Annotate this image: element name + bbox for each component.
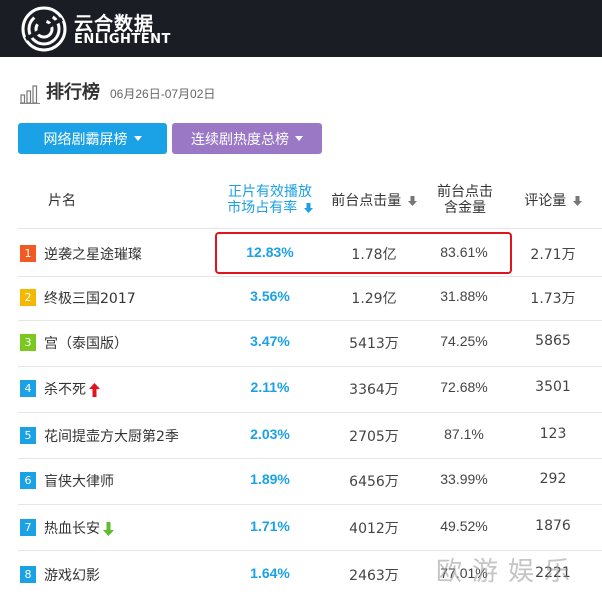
reviews-value: 123 (539, 426, 567, 442)
drama-title-text: 花间提壶方大厨第2季 (44, 429, 179, 445)
column-header-clicks[interactable]: 前台点击量 (329, 193, 419, 209)
web-drama-dominance-label: 网络剧霸屏榜 (43, 131, 128, 148)
clicks-value: 4012万 (349, 521, 399, 537)
rank-badge: 8 (20, 566, 36, 583)
arrow-up-icon (89, 383, 100, 397)
top-header: 云合数据 ENLIGHTENT (0, 0, 602, 57)
chevron-down-icon (133, 136, 142, 141)
market-share-header-line2: 市场占有率 (227, 200, 298, 216)
market-share-value: 3.47% (250, 333, 290, 349)
reviews-value: 1876 (535, 518, 571, 534)
click-value-value: 72.68% (440, 379, 488, 395)
market-share-value: 2.03% (250, 426, 290, 442)
drama-title-text: 盲侠大律师 (44, 474, 114, 490)
click-value-header-line1: 前台点击 (437, 184, 493, 200)
click-value-header-line2: 含金量 (444, 200, 486, 216)
tv-series-heat-dropdown[interactable]: 连续剧热度总榜 (172, 123, 322, 154)
rank-badge: 1 (20, 245, 36, 262)
reviews-value: 1.73万 (530, 291, 576, 307)
click-value-value: 87.1% (444, 426, 484, 442)
rank-badge: 4 (20, 380, 36, 397)
table-row[interactable]: 3 宫（泰国版） 3.47% 5413万 74.25% 5865 (0, 320, 602, 366)
drama-title[interactable]: 游戏幻影 (44, 565, 100, 585)
brand-name-en[interactable]: ENLIGHTENT (74, 32, 171, 47)
table-row[interactable]: 6 盲侠大律师 1.89% 6456万 33.99% 292 (0, 458, 602, 504)
highlight-box (215, 232, 512, 274)
chevron-down-icon (295, 136, 303, 141)
drama-title[interactable]: 热血长安 (44, 518, 114, 538)
page-title: 排行榜 (46, 82, 100, 103)
reviews-value: 2.71万 (530, 247, 576, 263)
reviews-value: 3501 (535, 379, 571, 395)
reviews-header-label: 评论量 (524, 193, 567, 209)
page-title-row: 排行榜 06月26日-07月02日 (20, 80, 215, 104)
clicks-value: 2463万 (349, 568, 399, 584)
table-row[interactable]: 4 杀不死 2.11% 3364万 72.68% 3501 (0, 366, 602, 412)
clicks-value: 2705万 (349, 429, 399, 445)
rank-badge: 3 (20, 334, 36, 351)
watermark: 欧游娱乐 (436, 557, 581, 587)
column-header-reviews[interactable]: 评论量 (523, 193, 583, 209)
drama-title-text: 逆袭之星途璀璨 (44, 247, 142, 263)
sort-desc-icon[interactable] (303, 203, 313, 213)
reviews-value: 292 (539, 471, 567, 487)
tv-series-heat-label: 连续剧热度总榜 (191, 131, 289, 148)
clicks-value: 5413万 (349, 336, 399, 352)
market-share-header-line1: 正片有效播放 (228, 184, 312, 200)
click-value-value: 49.52% (440, 518, 488, 534)
rank-badge: 2 (20, 289, 36, 306)
click-value-value: 33.99% (440, 471, 488, 487)
market-share-value: 1.89% (250, 471, 290, 487)
drama-title[interactable]: 杀不死 (44, 379, 100, 399)
column-header-name: 片名 (48, 193, 76, 209)
column-header-click-value: 前台点击 含金量 (432, 184, 498, 216)
market-share-value: 2.11% (250, 379, 290, 395)
sort-desc-icon[interactable] (572, 196, 582, 206)
drama-title[interactable]: 终极三国2017 (44, 288, 136, 308)
drama-title-text: 热血长安 (44, 521, 100, 537)
rank-badge: 6 (20, 472, 36, 489)
clicks-header-label: 前台点击量 (331, 193, 402, 209)
table-row[interactable]: 5 花间提壶方大厨第2季 2.03% 2705万 87.1% 123 (0, 413, 602, 459)
drama-title[interactable]: 花间提壶方大厨第2季 (44, 426, 179, 446)
drama-title-text: 游戏幻影 (44, 568, 100, 584)
enlightent-logo-icon[interactable] (20, 5, 68, 53)
click-value-value: 31.88% (440, 288, 488, 304)
reviews-value: 5865 (535, 333, 571, 349)
table-row[interactable]: 2 终极三国2017 3.56% 1.29亿 31.88% 1.73万 (0, 275, 602, 321)
table-divider (18, 228, 602, 229)
drama-title[interactable]: 盲侠大律师 (44, 471, 114, 491)
sort-desc-icon[interactable] (407, 196, 417, 206)
drama-title-text: 宫（泰国版） (44, 336, 128, 352)
column-header-market-share[interactable]: 正片有效播放 市场占有率 (218, 184, 322, 216)
drama-title-text: 杀不死 (44, 382, 86, 398)
clicks-value: 6456万 (349, 474, 399, 490)
drama-title[interactable]: 宫（泰国版） (44, 333, 128, 353)
drama-title-text: 终极三国2017 (44, 291, 136, 307)
clicks-value: 3364万 (349, 382, 399, 398)
rank-badge: 5 (20, 427, 36, 444)
table-row[interactable]: 7 热血长安 1.71% 4012万 49.52% 1876 (0, 505, 602, 551)
date-range: 06月26日-07月02日 (110, 87, 216, 101)
market-share-value: 3.56% (250, 288, 290, 304)
web-drama-dominance-dropdown[interactable]: 网络剧霸屏榜 (18, 123, 167, 154)
arrow-down-icon (103, 522, 114, 536)
market-share-value: 1.64% (250, 565, 290, 581)
click-value-value: 74.25% (440, 333, 488, 349)
drama-title[interactable]: 逆袭之星途璀璨 (44, 244, 142, 264)
market-share-value: 1.71% (250, 518, 290, 534)
clicks-value: 1.29亿 (351, 291, 397, 307)
rank-badge: 7 (20, 519, 36, 536)
bar-chart-icon (20, 85, 40, 104)
